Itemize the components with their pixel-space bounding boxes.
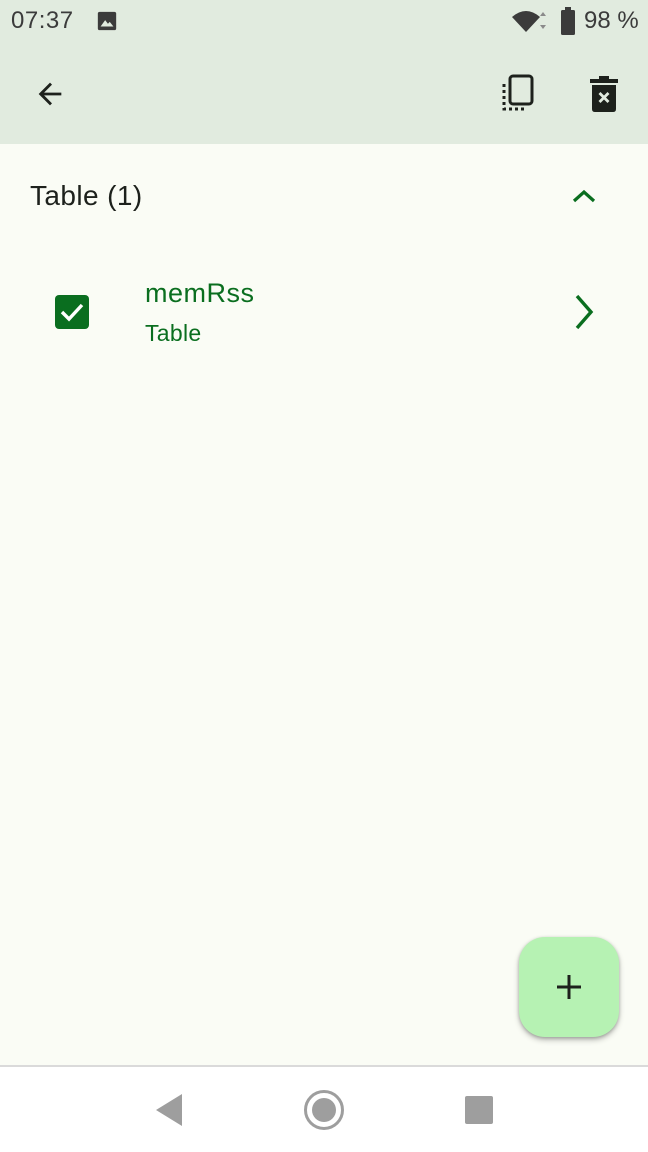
chevron-up-icon — [572, 189, 596, 203]
nav-back-icon[interactable] — [152, 1091, 186, 1129]
item-title: memRss — [145, 278, 255, 308]
wifi-icon — [512, 11, 546, 32]
item-checkbox[interactable] — [55, 295, 89, 329]
battery-percentage: 98 % — [584, 7, 639, 34]
arrow-back-icon — [38, 82, 62, 106]
item-subtitle: Table — [145, 320, 202, 346]
copy-button[interactable] — [490, 66, 546, 122]
back-button[interactable] — [22, 66, 78, 122]
status-time: 07:37 — [11, 7, 74, 34]
image-icon — [97, 11, 117, 31]
plus-icon — [557, 975, 581, 999]
delete-button[interactable] — [576, 66, 632, 122]
navigation-bar — [0, 1065, 648, 1152]
open-item-button[interactable] — [556, 284, 612, 340]
nav-recents-icon[interactable] — [464, 1095, 494, 1125]
nav-home-icon[interactable] — [302, 1088, 346, 1132]
battery-icon — [561, 7, 575, 35]
delete-icon — [590, 76, 618, 112]
section-header[interactable]: Table (1) — [0, 144, 648, 248]
copy-icon — [502, 74, 534, 111]
chevron-right-icon — [575, 294, 594, 330]
app-bar — [0, 44, 648, 144]
status-bar: 07:37 98 % — [0, 0, 648, 44]
section-title: Table (1) — [30, 180, 143, 211]
add-button[interactable] — [519, 937, 619, 1037]
checkmark-icon — [60, 303, 84, 322]
collapse-button[interactable] — [556, 168, 612, 224]
list-item[interactable]: memRss Table — [0, 254, 648, 370]
